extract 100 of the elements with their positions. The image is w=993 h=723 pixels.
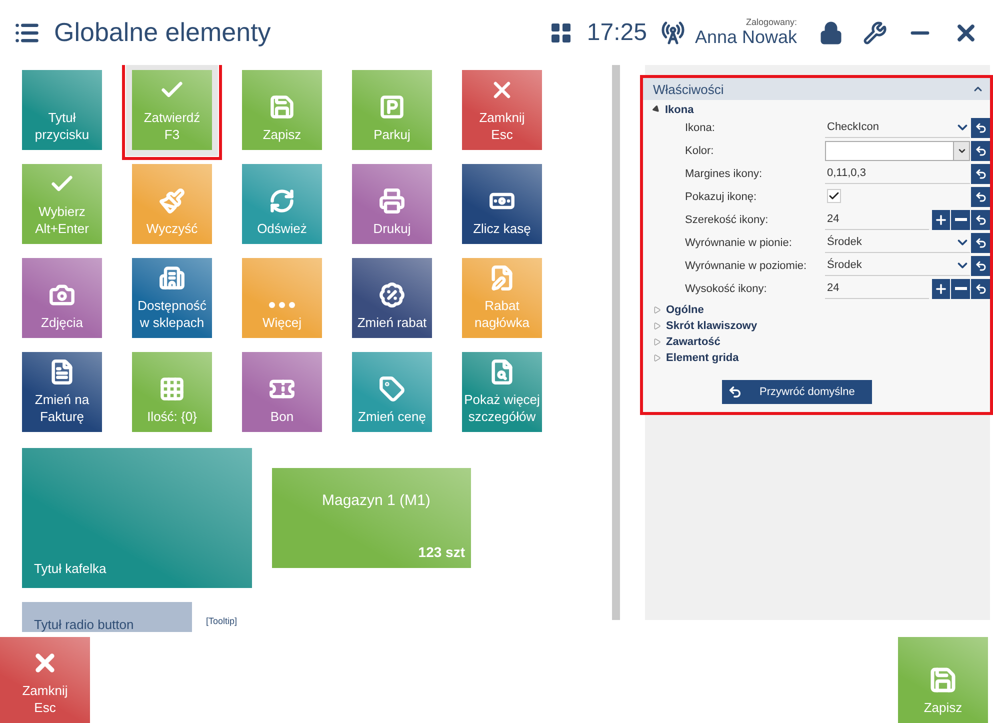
tile-button[interactable]: Tytuł kafelka [22, 448, 252, 588]
stock-tile[interactable]: Magazyn 1 (M1) 123 szt [272, 468, 471, 568]
building-icon [159, 264, 185, 291]
tile-button[interactable]: Drukuj [352, 164, 432, 244]
file-edit-icon [489, 264, 515, 291]
reset-button[interactable] [971, 118, 990, 138]
text-field[interactable]: 0,11,0,3 [825, 164, 970, 184]
tile-button[interactable]: Parkuj [352, 70, 432, 150]
checkbox[interactable] [827, 188, 841, 202]
radio-label: Tytuł radio button [34, 617, 134, 632]
tile-button[interactable]: Zatwierdź F3 [132, 70, 212, 150]
tile-button[interactable]: Zapisz [242, 70, 322, 150]
section-header[interactable]: Ogólne [643, 300, 990, 316]
tile-button[interactable]: Zlicz kasę [462, 164, 542, 244]
undo-icon [974, 260, 987, 272]
reset-button[interactable] [971, 256, 990, 276]
property-label: Margines ikony: [685, 168, 764, 180]
tools-icon[interactable] [863, 20, 887, 44]
printer-icon [379, 188, 405, 214]
close-button[interactable]: Zamknij Esc [0, 637, 90, 723]
tile-button[interactable]: Zdjęcia [22, 258, 102, 338]
undo-icon [974, 282, 987, 294]
dots-icon [269, 302, 295, 308]
stock-quantity: 123 szt [418, 544, 465, 560]
check-icon [828, 190, 840, 202]
file-search-icon [489, 358, 515, 385]
refresh-icon [269, 188, 295, 214]
undo-icon [974, 190, 987, 202]
undo-icon [974, 236, 987, 248]
save-icon [929, 666, 957, 694]
property-label: Szerekość ikony: [685, 214, 770, 226]
tile-button[interactable]: Ilość: {0} [132, 352, 212, 432]
number-field[interactable]: 24 [825, 210, 929, 230]
section-header[interactable]: Skrót klawiszowy [643, 316, 990, 332]
reset-button[interactable] [971, 232, 990, 252]
parking-icon [379, 94, 405, 120]
section-header[interactable]: Ikona [643, 100, 990, 116]
color-picker[interactable] [825, 140, 970, 160]
camera-icon [49, 282, 75, 308]
plus-icon [934, 212, 948, 226]
property-label: Wyrównanie w poziomie: [685, 260, 808, 272]
undo-icon [974, 122, 987, 134]
number-field[interactable]: 24 [825, 278, 929, 298]
dropdown-field[interactable]: Środek [825, 256, 970, 276]
dropdown-field[interactable]: Środek [825, 232, 970, 252]
tile-button[interactable]: Tytuł przycisku [22, 70, 102, 150]
tile-button[interactable]: Odśwież [242, 164, 322, 244]
reset-button[interactable] [971, 210, 990, 230]
document-icon [49, 358, 75, 385]
section-header[interactable]: Zawartość [643, 332, 990, 348]
property-label: Pokazuj ikonę: [685, 190, 758, 202]
property-label: Wysokość ikony: [685, 282, 768, 294]
tile-button[interactable]: Zmień rabat [352, 258, 432, 338]
minus-icon [954, 218, 967, 221]
scrollbar[interactable] [612, 65, 620, 620]
undo-icon [974, 144, 987, 156]
lock-icon[interactable] [819, 20, 843, 44]
page-title: Globalne elementy [54, 17, 272, 48]
tile-button[interactable]: Zmień na Fakturę [22, 352, 102, 432]
login-caption: Zalogowany: [746, 17, 797, 27]
increment-button[interactable] [932, 278, 950, 298]
undo-icon [974, 168, 987, 180]
tooltip-label: [Tooltip] [206, 616, 238, 626]
brush-icon [159, 188, 185, 214]
save-button[interactable]: Zapisz [898, 637, 988, 723]
tag-icon [379, 376, 405, 402]
dropdown-field[interactable]: CheckIcon [825, 118, 970, 138]
reset-button[interactable] [971, 278, 990, 298]
percent-icon [379, 282, 405, 308]
decrement-button[interactable] [951, 278, 970, 298]
grid-icon [159, 376, 185, 402]
tile-button[interactable]: Dostępność w sklepach [132, 258, 212, 338]
undo-icon [728, 385, 742, 399]
minus-icon [954, 287, 967, 290]
tile-button[interactable]: Zamknij Esc [462, 70, 542, 150]
user-name: Anna Nowak [694, 27, 797, 48]
expanded-triangle-icon [652, 104, 662, 114]
undo-icon [974, 214, 987, 226]
reset-button[interactable] [971, 164, 990, 184]
tile-button[interactable]: Bon [242, 352, 322, 432]
properties-header[interactable]: Właściwości [643, 78, 990, 100]
property-label: Kolor: [685, 144, 715, 156]
tile-button[interactable]: Zmień cenę [352, 352, 432, 432]
reset-button[interactable] [971, 140, 990, 160]
stock-title: Magazyn 1 (M1) [322, 491, 432, 511]
decrement-button[interactable] [951, 210, 970, 230]
save-icon [269, 94, 295, 120]
tile-button[interactable]: Pokaż więcej szczegółów [462, 352, 542, 432]
section-header[interactable]: Element grida [643, 348, 990, 364]
reset-button[interactable] [971, 186, 990, 206]
increment-button[interactable] [932, 210, 950, 230]
tile-button[interactable]: Wybierz Alt+Enter [22, 164, 102, 244]
plus-icon [934, 282, 948, 296]
antenna-icon [660, 20, 685, 44]
property-label: Wyrównanie w pionie: [685, 236, 793, 248]
restore-defaults-button[interactable]: Przywróć domyślne [722, 380, 872, 404]
clock-time: 17:25 [586, 18, 647, 46]
property-label: Ikona: [685, 122, 716, 134]
tiles-icon[interactable] [548, 20, 573, 44]
radio-tile[interactable]: Tytuł radio button [22, 602, 192, 632]
